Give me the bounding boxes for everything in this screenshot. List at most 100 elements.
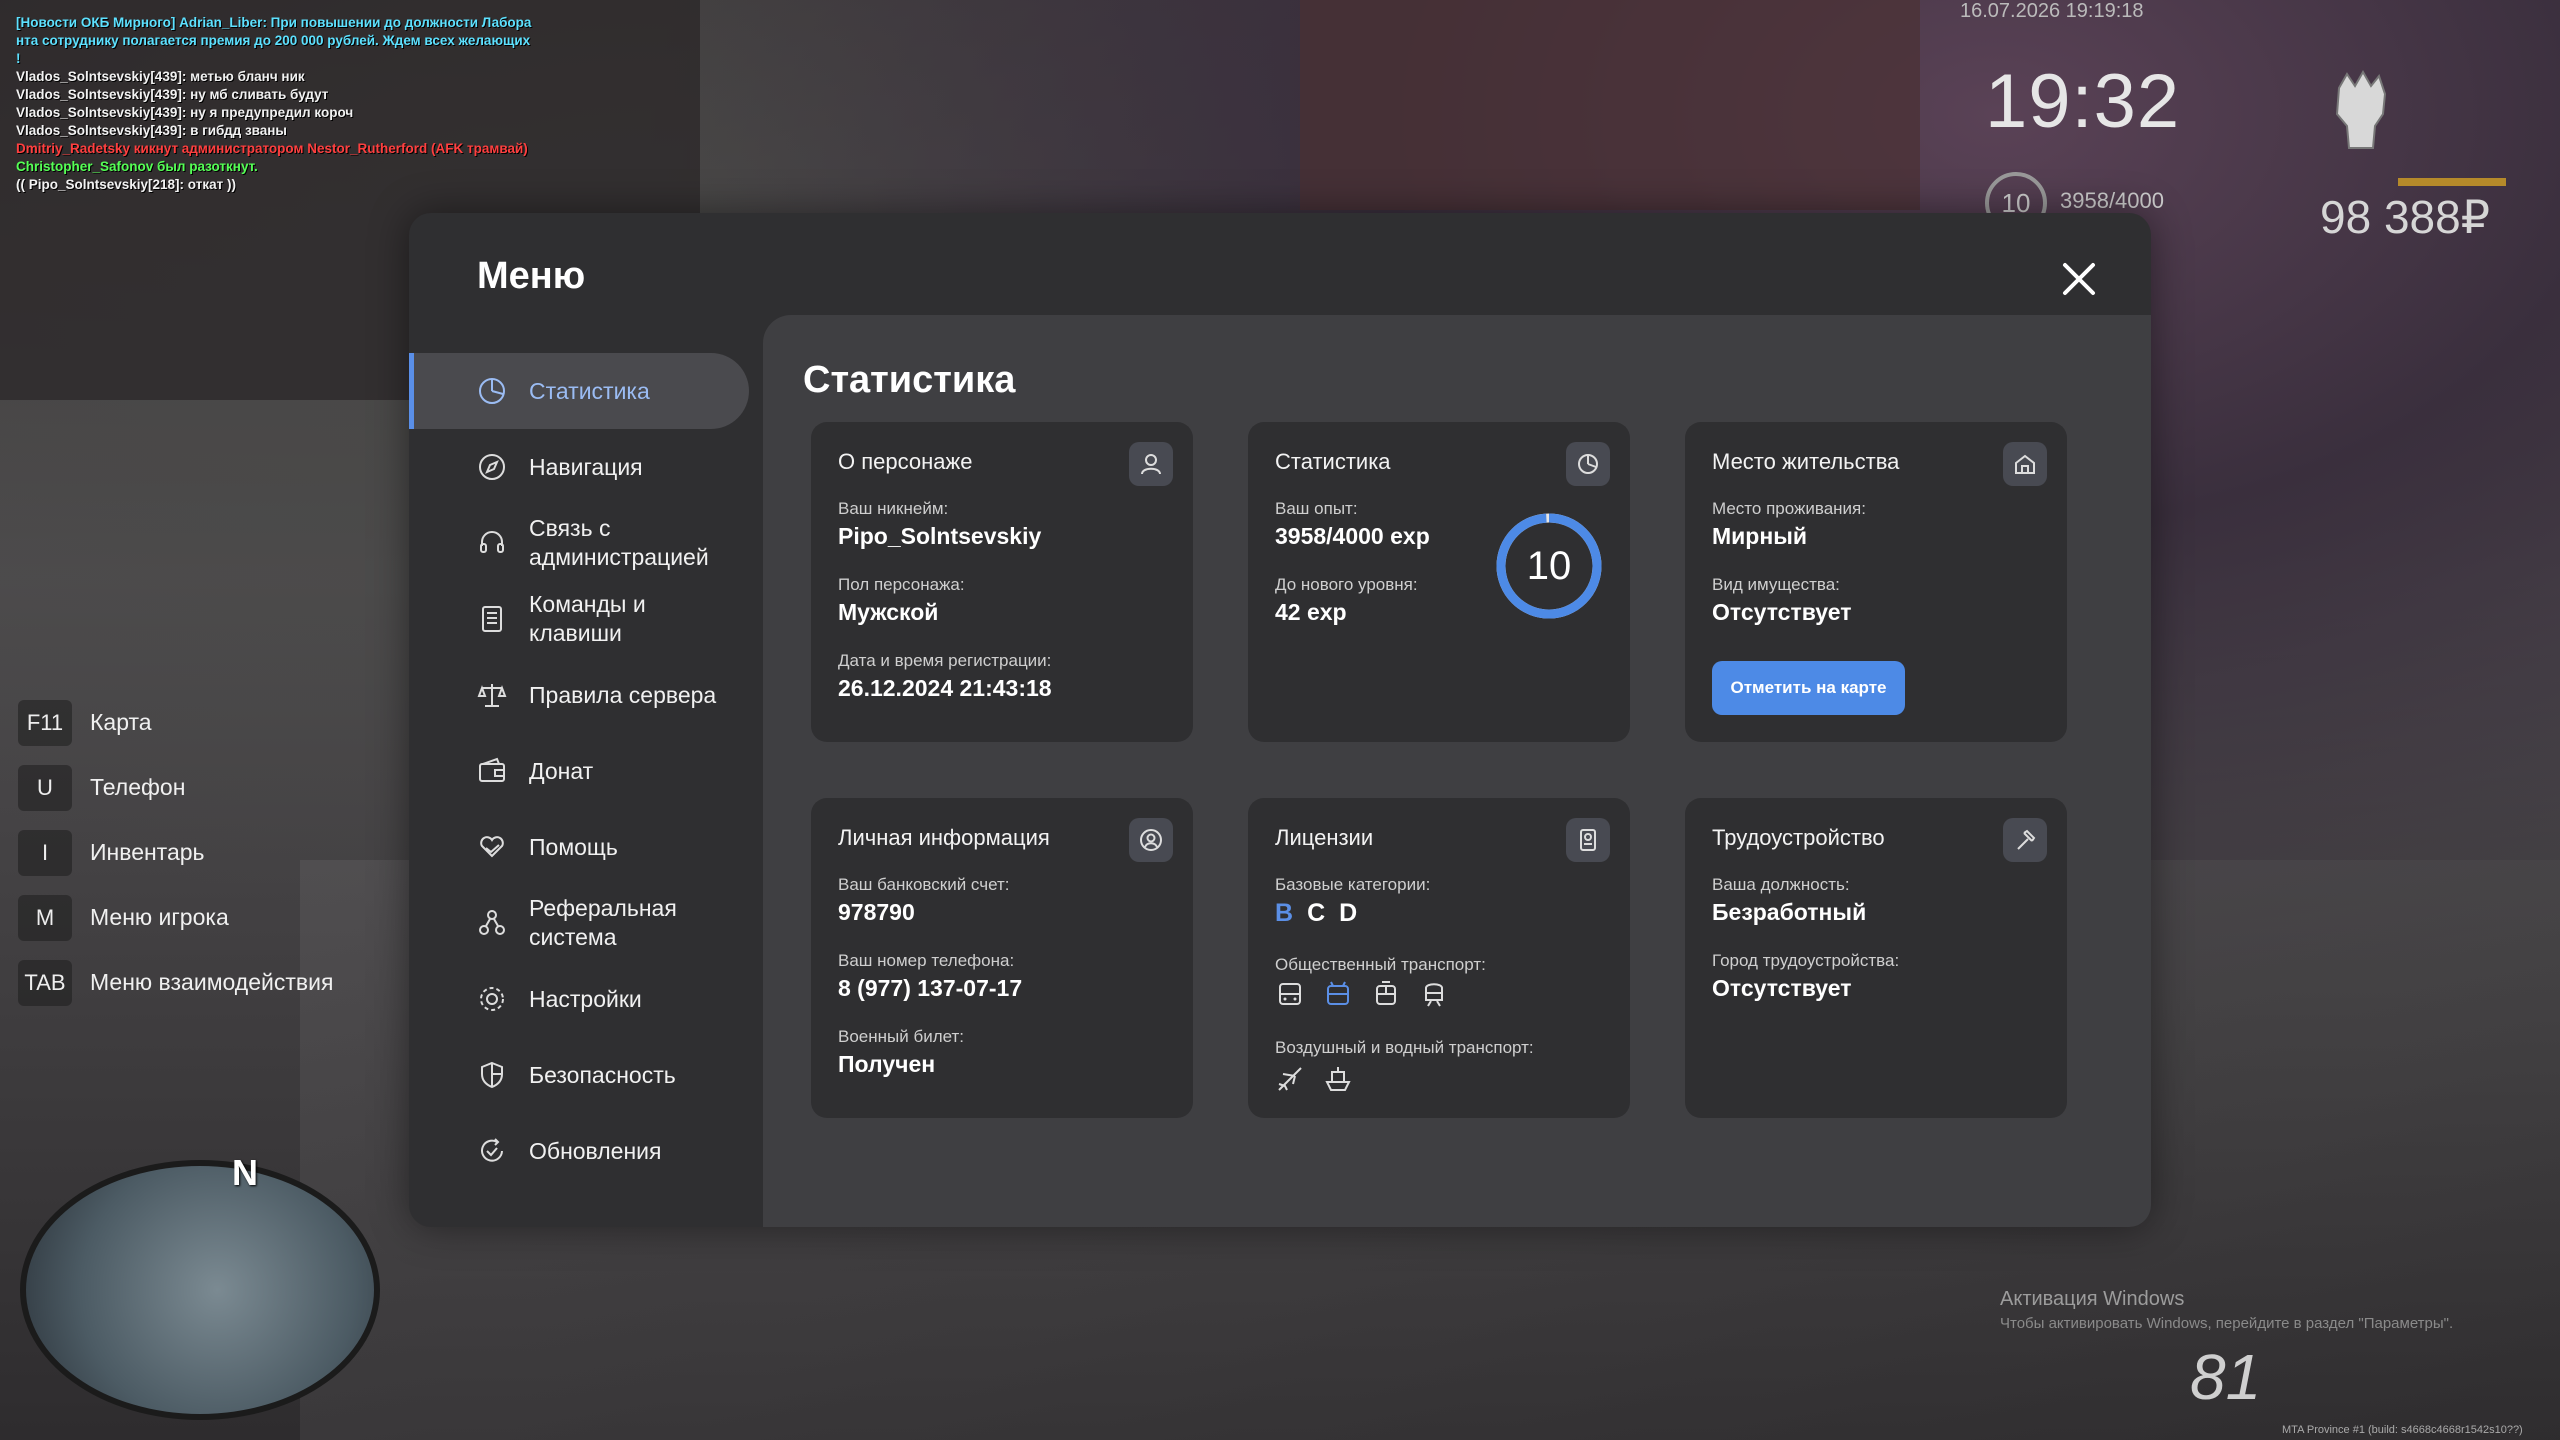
field-label: Дата и время регистрации:: [838, 651, 1052, 670]
card-title: Личная информация: [838, 825, 1050, 850]
key-label: Карта: [90, 709, 152, 735]
close-icon[interactable]: [2057, 257, 2101, 301]
hud-hunger-bar: [2398, 178, 2506, 186]
card-title: Лицензии: [1275, 825, 1374, 850]
content-title: Статистика: [803, 359, 1016, 401]
hud-money: 98 388₽: [2320, 191, 2490, 243]
airplane-icon: [1278, 1067, 1302, 1091]
card-title: Место жительства: [1712, 449, 1900, 474]
public-transport-icons: [1275, 980, 1449, 1010]
field-value: Мужской: [838, 599, 939, 625]
field-label: Военный билет:: [838, 1027, 965, 1046]
nav-item-rules[interactable]: Правила сервера: [409, 657, 749, 733]
chat-line: [Новости ОКБ Мирного] Adrian_Liber: При …: [16, 15, 532, 30]
key-cap: U: [18, 764, 72, 811]
nav-item-updates[interactable]: Обновления: [409, 1113, 749, 1189]
chart-pie-icon: [479, 378, 505, 404]
nav-item-donate[interactable]: Донат: [409, 733, 749, 809]
menu-sidebar: Статистика Навигация Связь с администрац…: [409, 353, 749, 1189]
field-value: Мирный: [1712, 523, 1808, 549]
user-circle-icon: [1140, 829, 1162, 851]
key-label: Телефон: [90, 774, 186, 800]
air-water-transport-icons: [1275, 1064, 1353, 1094]
document-list-icon: [482, 606, 502, 632]
card-badge: [2003, 818, 2047, 862]
chat-line: Dmitriy_Radetsky кикнут администратором …: [16, 141, 528, 156]
chat-line: (( Pipo_Solntsevskiy[218]: откат )): [16, 177, 236, 192]
keybind-item: M Меню игрока: [18, 885, 333, 950]
field-label: Ваш номер телефона:: [838, 951, 1015, 970]
license-category-d: D: [1339, 899, 1358, 927]
nav-label: Реферальная система: [529, 895, 677, 950]
card-personal-info: Личная информация Ваш банковский счет: 9…: [811, 798, 1193, 1118]
key-cap: M: [18, 894, 72, 941]
chat-line: Vlados_Solntsevskiy[439]: в гибдд званы: [16, 123, 287, 138]
field-value: Pipo_Solntsevskiy: [838, 523, 1042, 549]
card-title: О персонаже: [838, 449, 973, 474]
license-categories: BCD: [1275, 899, 1371, 928]
hammer-icon: [2017, 829, 2036, 850]
chat-line: Vlados_Solntsevskiy[439]: метью бланч ни…: [16, 69, 305, 84]
menu-title: Меню: [477, 255, 586, 297]
mark-on-map-button[interactable]: Отметить на карте: [1712, 661, 1905, 715]
card-employment: Трудоустройство Ваша должность: Безработ…: [1685, 798, 2067, 1118]
chat-log: [Новости ОКБ Мирного] Adrian_Liber: При …: [16, 14, 596, 194]
license-category-c: C: [1307, 899, 1326, 927]
nav-item-statistics[interactable]: Статистика: [409, 353, 749, 429]
card-badge: [1129, 442, 1173, 486]
key-label: Меню игрока: [90, 904, 229, 930]
chat-line: Vlados_Solntsevskiy[439]: ну я предупред…: [16, 105, 354, 120]
key-cap: TAB: [18, 959, 72, 1006]
card-stats: Статистика Ваш опыт: 3958/4000 exp До но…: [1248, 422, 1630, 742]
nav-label: Команды и клавиши: [529, 591, 646, 646]
minimap: N: [20, 1152, 380, 1430]
nav-label: Статистика: [529, 377, 650, 404]
nav-item-commands[interactable]: Команды и клавиши: [409, 581, 749, 657]
nav-item-referral[interactable]: Реферальная система: [409, 885, 749, 961]
chat-line: Vlados_Solntsevskiy[439]: ну мб сливать …: [16, 87, 329, 102]
card-badge: [1129, 818, 1173, 862]
key-cap: I: [18, 829, 72, 876]
hud-speed: 81: [2190, 1341, 2262, 1413]
chart-pie-icon: [1578, 454, 1598, 474]
keybind-item: F11 Карта: [18, 690, 333, 755]
keybind-list: F11 Карта U Телефон I Инвентарь M Меню игрок…: [18, 690, 333, 1015]
background-building-center: [1300, 0, 1920, 210]
field-value: Отсутствует: [1712, 975, 1852, 1001]
watermark-title: Активация Windows: [2000, 1288, 2185, 1310]
scales-icon: [477, 684, 507, 707]
compass-icon: [479, 454, 505, 480]
field-value: 978790: [838, 899, 915, 925]
hud-exp: 3958/4000: [2060, 188, 2164, 213]
nav-item-navigation[interactable]: Навигация: [409, 429, 749, 505]
refresh-check-icon: [481, 1138, 503, 1162]
field-value: Отсутствует: [1712, 599, 1852, 625]
field-value: 26.12.2024 21:43:18: [838, 675, 1052, 701]
trolleybus-icon: [1327, 981, 1349, 1005]
windows-activation-watermark: Активация Windows Чтобы активировать Win…: [2000, 1288, 2453, 1332]
field-label: Ваш никнейм:: [838, 499, 949, 518]
chat-line: нта сотруднику полагается премия до 200 …: [16, 33, 531, 48]
field-label: Вид имущества:: [1712, 575, 1840, 594]
card-residence: Место жительства Место проживания: Мирны…: [1685, 422, 2067, 742]
minimap-disc: [20, 1160, 380, 1420]
nav-label: Помощь: [529, 833, 618, 860]
nav-item-settings[interactable]: Настройки: [409, 961, 749, 1037]
user-icon: [1141, 454, 1161, 475]
field-label: Ваш опыт:: [1275, 499, 1358, 518]
card-character: О персонаже Ваш никнейм: Pipo_Solntsevsk…: [811, 422, 1193, 742]
nav-item-admin-contact[interactable]: Связь с администрацией: [409, 505, 749, 581]
bus-icon: [1279, 983, 1301, 1005]
hud-date: 16.07.2026 19:19:18: [1960, 0, 2144, 22]
metro-train-icon: [1425, 983, 1443, 1007]
field-label: Город трудоустройства:: [1712, 951, 1900, 970]
fist-weapon-icon: [2335, 69, 2387, 149]
field-label: Место проживания:: [1712, 499, 1866, 518]
house-icon: [2015, 454, 2035, 474]
nav-item-help[interactable]: Помощь: [409, 809, 749, 885]
nav-item-security[interactable]: Безопасность: [409, 1037, 749, 1113]
card-badge: [2003, 442, 2047, 486]
chat-line: !: [16, 51, 21, 66]
field-label: Воздушный и водный транспорт:: [1275, 1038, 1534, 1057]
people-network-icon: [479, 910, 505, 935]
